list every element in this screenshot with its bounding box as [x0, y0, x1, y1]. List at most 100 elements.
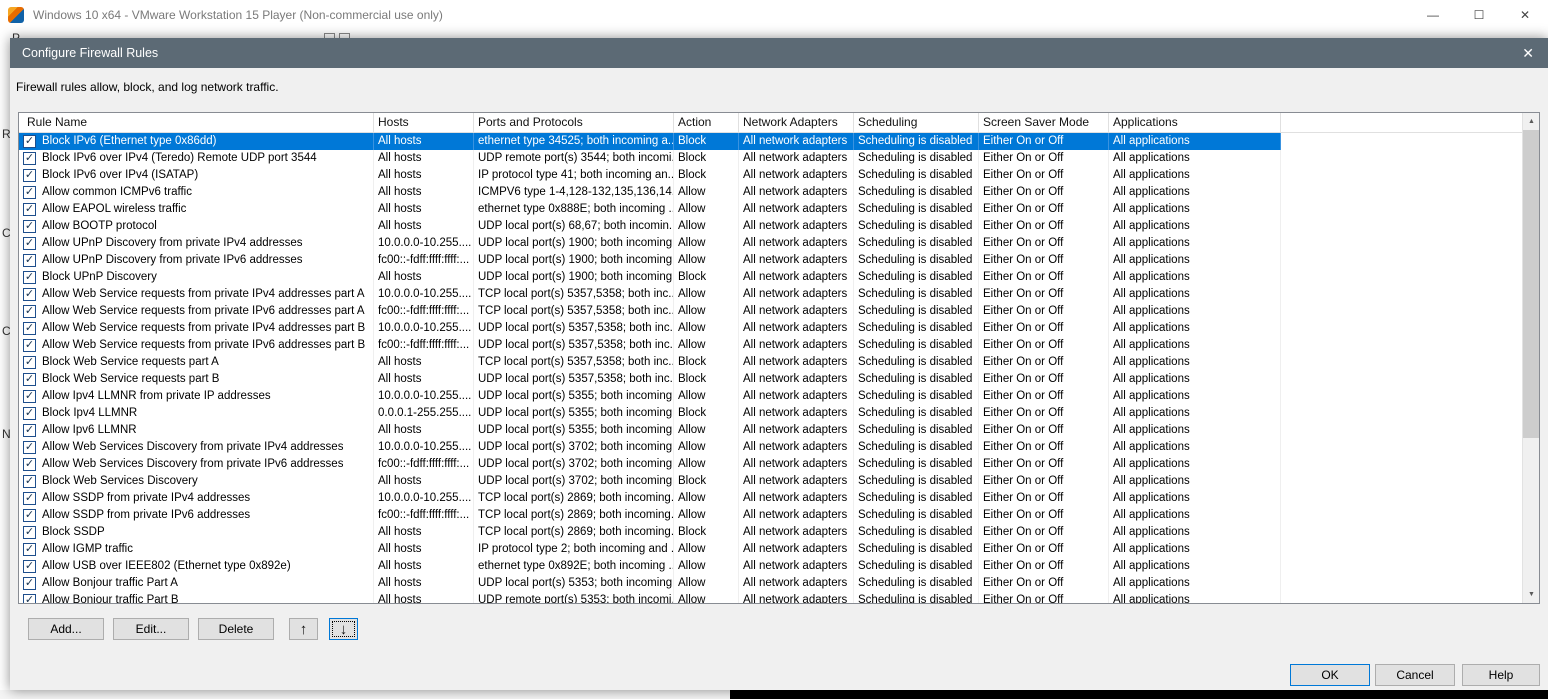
cell-action: Allow [674, 422, 739, 439]
table-row[interactable]: ✓Allow EAPOL wireless trafficAll hostset… [19, 201, 1522, 218]
rule-enabled-checkbox[interactable]: ✓ [23, 220, 36, 233]
dialog-titlebar[interactable]: Configure Firewall Rules ✕ [10, 38, 1548, 68]
column-header-ports-and-protocols[interactable]: Ports and Protocols [474, 113, 674, 132]
table-row[interactable]: ✓Allow UPnP Discovery from private IPv4 … [19, 235, 1522, 252]
cell-scheduling: Scheduling is disabled [854, 303, 979, 320]
table-row[interactable]: ✓Allow USB over IEEE802 (Ethernet type 0… [19, 558, 1522, 575]
cell-filler [1281, 490, 1522, 507]
column-header-applications[interactable]: Applications [1109, 113, 1281, 132]
rule-enabled-checkbox[interactable]: ✓ [23, 322, 36, 335]
vertical-scrollbar[interactable]: ▲ ▼ [1522, 113, 1539, 603]
column-header-action[interactable]: Action [674, 113, 739, 132]
rule-name-label: Allow common ICMPv6 traffic [42, 184, 192, 201]
move-down-button[interactable]: ↓ [329, 618, 358, 640]
rule-enabled-checkbox[interactable]: ✓ [23, 458, 36, 471]
table-row[interactable]: ✓Allow Bonjour traffic Part BAll hostsUD… [19, 592, 1522, 603]
rule-enabled-checkbox[interactable]: ✓ [23, 271, 36, 284]
cell-ports-and-protocols: UDP local port(s) 5355; both incoming... [474, 422, 674, 439]
ok-button[interactable]: OK [1290, 664, 1370, 686]
table-row[interactable]: ✓Allow Web Service requests from private… [19, 286, 1522, 303]
table-row[interactable]: ✓Block Web Service requests part BAll ho… [19, 371, 1522, 388]
table-row[interactable]: ✓Block IPv6 over IPv4 (ISATAP)All hostsI… [19, 167, 1522, 184]
add-button[interactable]: Add... [28, 618, 104, 640]
rule-enabled-checkbox[interactable]: ✓ [23, 135, 36, 148]
edit-button[interactable]: Edit... [113, 618, 189, 640]
rule-enabled-checkbox[interactable]: ✓ [23, 543, 36, 556]
cell-network-adapters: All network adapters [739, 456, 854, 473]
column-header-screen-saver-mode[interactable]: Screen Saver Mode [979, 113, 1109, 132]
table-row[interactable]: ✓Allow common ICMPv6 trafficAll hostsICM… [19, 184, 1522, 201]
rule-enabled-checkbox[interactable]: ✓ [23, 373, 36, 386]
rule-name-label: Allow Ipv6 LLMNR [42, 422, 137, 439]
rule-enabled-checkbox[interactable]: ✓ [23, 152, 36, 165]
cell-ports-and-protocols: TCP local port(s) 2869; both incoming... [474, 490, 674, 507]
table-row[interactable]: ✓Block Web Services DiscoveryAll hostsUD… [19, 473, 1522, 490]
cell-applications: All applications [1109, 167, 1281, 184]
rule-enabled-checkbox[interactable]: ✓ [23, 237, 36, 250]
table-row[interactable]: ✓Allow IGMP trafficAll hostsIP protocol … [19, 541, 1522, 558]
move-up-button[interactable]: ↑ [289, 618, 318, 640]
table-row[interactable]: ✓Allow Web Service requests from private… [19, 303, 1522, 320]
table-row[interactable]: ✓Block UPnP DiscoveryAll hostsUDP local … [19, 269, 1522, 286]
scroll-down-icon[interactable]: ▼ [1523, 586, 1540, 603]
table-row[interactable]: ✓Allow BOOTP protocolAll hostsUDP local … [19, 218, 1522, 235]
rule-enabled-checkbox[interactable]: ✓ [23, 492, 36, 505]
cell-hosts: All hosts [374, 133, 474, 150]
column-header-hosts[interactable]: Hosts [374, 113, 474, 132]
table-row[interactable]: ✓Allow Ipv6 LLMNRAll hostsUDP local port… [19, 422, 1522, 439]
table-row[interactable]: ✓Allow Bonjour traffic Part AAll hostsUD… [19, 575, 1522, 592]
cell-ports-and-protocols: ICMPV6 type 1-4,128-132,135,136,14... [474, 184, 674, 201]
rule-enabled-checkbox[interactable]: ✓ [23, 424, 36, 437]
cell-hosts: All hosts [374, 592, 474, 603]
table-row[interactable]: ✓Allow Web Service requests from private… [19, 337, 1522, 354]
help-button[interactable]: Help [1462, 664, 1540, 686]
cell-action: Allow [674, 439, 739, 456]
column-header-filler [1281, 113, 1522, 132]
cell-rule-name: ✓Allow BOOTP protocol [19, 218, 374, 235]
rule-enabled-checkbox[interactable]: ✓ [23, 339, 36, 352]
dialog-close-icon[interactable]: ✕ [1508, 45, 1548, 62]
table-row[interactable]: ✓Block Ipv4 LLMNR0.0.0.1-255.255....UDP … [19, 405, 1522, 422]
cell-scheduling: Scheduling is disabled [854, 235, 979, 252]
minimize-icon[interactable]: — [1410, 0, 1456, 30]
table-row[interactable]: ✓Block IPv6 (Ethernet type 0x86dd)All ho… [19, 133, 1522, 150]
table-row[interactable]: ✓Allow UPnP Discovery from private IPv6 … [19, 252, 1522, 269]
rule-enabled-checkbox[interactable]: ✓ [23, 560, 36, 573]
rule-enabled-checkbox[interactable]: ✓ [23, 577, 36, 590]
scrollbar-thumb[interactable] [1523, 130, 1540, 438]
rule-enabled-checkbox[interactable]: ✓ [23, 288, 36, 301]
table-row[interactable]: ✓Allow Web Service requests from private… [19, 320, 1522, 337]
vmware-window-titlebar[interactable]: Windows 10 x64 - VMware Workstation 15 P… [0, 0, 1548, 30]
close-window-icon[interactable]: ✕ [1502, 0, 1548, 30]
table-row[interactable]: ✓Allow SSDP from private IPv4 addresses1… [19, 490, 1522, 507]
rule-enabled-checkbox[interactable]: ✓ [23, 169, 36, 182]
column-header-scheduling[interactable]: Scheduling [854, 113, 979, 132]
rule-enabled-checkbox[interactable]: ✓ [23, 407, 36, 420]
table-row[interactable]: ✓Block Web Service requests part AAll ho… [19, 354, 1522, 371]
column-header-rule-name[interactable]: Rule Name [19, 113, 374, 132]
cancel-button[interactable]: Cancel [1375, 664, 1455, 686]
rule-enabled-checkbox[interactable]: ✓ [23, 356, 36, 369]
rule-enabled-checkbox[interactable]: ✓ [23, 526, 36, 539]
delete-button[interactable]: Delete [198, 618, 274, 640]
rule-enabled-checkbox[interactable]: ✓ [23, 203, 36, 216]
table-row[interactable]: ✓Allow SSDP from private IPv6 addressesf… [19, 507, 1522, 524]
table-row[interactable]: ✓Allow Web Services Discovery from priva… [19, 456, 1522, 473]
rule-enabled-checkbox[interactable]: ✓ [23, 475, 36, 488]
table-row[interactable]: ✓Allow Web Services Discovery from priva… [19, 439, 1522, 456]
cell-filler [1281, 269, 1522, 286]
rule-enabled-checkbox[interactable]: ✓ [23, 254, 36, 267]
rule-enabled-checkbox[interactable]: ✓ [23, 305, 36, 318]
table-row[interactable]: ✓Block IPv6 over IPv4 (Teredo) Remote UD… [19, 150, 1522, 167]
rule-enabled-checkbox[interactable]: ✓ [23, 186, 36, 199]
cell-hosts: 0.0.0.1-255.255.... [374, 405, 474, 422]
table-row[interactable]: ✓Block SSDPAll hostsTCP local port(s) 28… [19, 524, 1522, 541]
rule-enabled-checkbox[interactable]: ✓ [23, 594, 36, 603]
column-header-network-adapters[interactable]: Network Adapters [739, 113, 854, 132]
rule-enabled-checkbox[interactable]: ✓ [23, 441, 36, 454]
maximize-icon[interactable]: ☐ [1456, 0, 1502, 30]
table-row[interactable]: ✓Allow Ipv4 LLMNR from private IP addres… [19, 388, 1522, 405]
rule-enabled-checkbox[interactable]: ✓ [23, 390, 36, 403]
rule-enabled-checkbox[interactable]: ✓ [23, 509, 36, 522]
scroll-up-icon[interactable]: ▲ [1523, 113, 1540, 130]
